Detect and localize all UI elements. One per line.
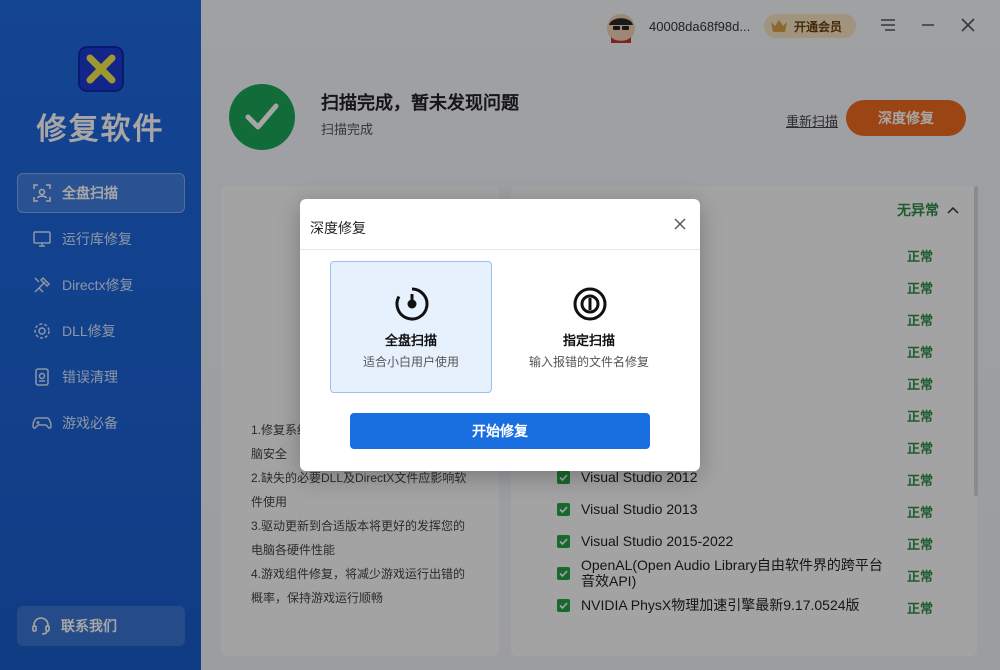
option-title: 指定扫描 bbox=[562, 333, 615, 348]
option-description: 适合小白用户使用 bbox=[362, 355, 459, 369]
disk-scan-icon bbox=[394, 286, 430, 322]
dialog-title: 深度修复 bbox=[310, 220, 366, 236]
option-description: 输入报错的文件名修复 bbox=[528, 355, 649, 369]
close-icon[interactable] bbox=[674, 217, 688, 231]
target-scan-icon bbox=[572, 286, 608, 322]
deep-repair-dialog: 深度修复 全盘扫描 适合小白用户使用 指定扫描 输入报错的文件名修复 开始修复 bbox=[300, 199, 700, 471]
option-targeted-scan[interactable]: 指定扫描 输入报错的文件名修复 bbox=[508, 261, 670, 393]
divider bbox=[300, 249, 700, 250]
start-repair-button[interactable]: 开始修复 bbox=[350, 413, 650, 449]
option-title: 全盘扫描 bbox=[384, 333, 437, 348]
option-full-scan[interactable]: 全盘扫描 适合小白用户使用 bbox=[330, 261, 492, 393]
